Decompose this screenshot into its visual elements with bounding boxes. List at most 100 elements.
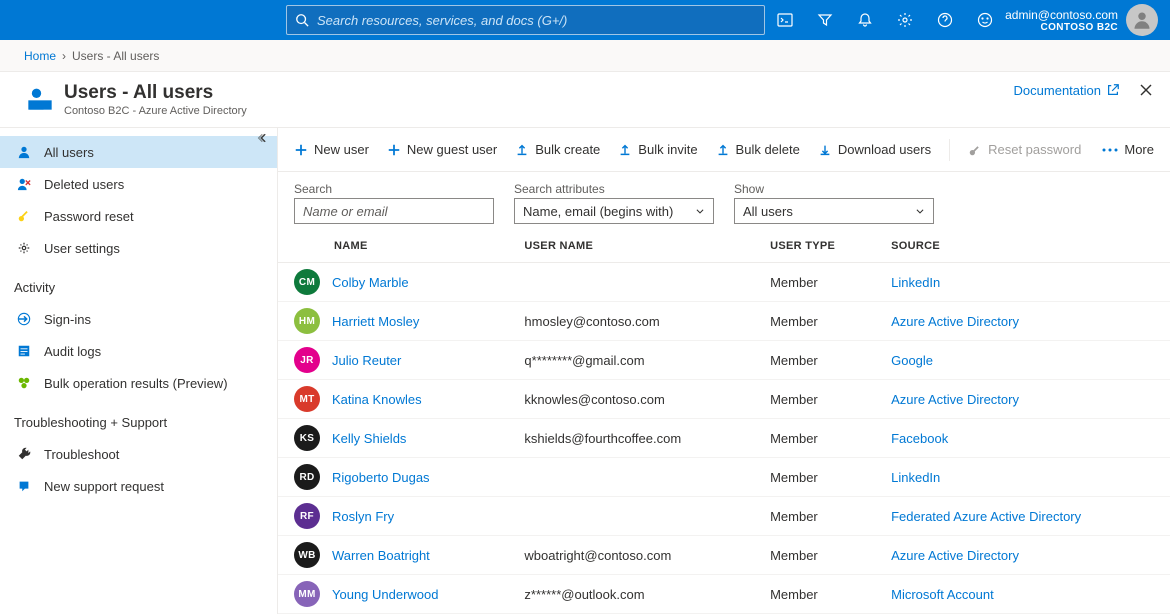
user-name-link[interactable]: Roslyn Fry bbox=[332, 509, 394, 524]
table-row[interactable]: CM Colby Marble Member LinkedIn bbox=[278, 263, 1170, 302]
sidebar-section-troubleshoot: Troubleshooting + Support bbox=[0, 403, 277, 434]
sidebar-item-all-users[interactable]: All users bbox=[0, 136, 277, 168]
user-source-link[interactable]: LinkedIn bbox=[891, 275, 940, 290]
user-name-link[interactable]: Katina Knowles bbox=[332, 392, 422, 407]
user-source-link[interactable]: LinkedIn bbox=[891, 470, 940, 485]
table-row[interactable]: HM Harriett Mosley hmosley@contoso.com M… bbox=[278, 302, 1170, 341]
sidebar-item-deleted-users[interactable]: Deleted users bbox=[0, 168, 277, 200]
cloud-shell-icon[interactable] bbox=[765, 0, 805, 40]
more-commands-button[interactable]: More bbox=[1102, 142, 1154, 157]
help-icon[interactable] bbox=[925, 0, 965, 40]
user-avatar-badge: MT bbox=[294, 386, 320, 412]
user-source-link[interactable]: Google bbox=[891, 353, 933, 368]
new-user-button[interactable]: New user bbox=[294, 142, 369, 157]
gear-icon bbox=[14, 241, 34, 255]
close-blade-button[interactable] bbox=[1138, 82, 1154, 98]
notifications-icon[interactable] bbox=[845, 0, 885, 40]
user-source-link[interactable]: Facebook bbox=[891, 431, 948, 446]
documentation-link-label: Documentation bbox=[1014, 83, 1101, 98]
user-avatar-badge: KS bbox=[294, 425, 320, 451]
search-attributes-select[interactable]: Name, email (begins with) bbox=[514, 198, 714, 224]
blade-header: Users - All users Contoso B2C - Azure Ac… bbox=[0, 72, 1170, 128]
sidebar-item-troubleshoot[interactable]: Troubleshoot bbox=[0, 438, 277, 470]
table-row[interactable]: RF Roslyn Fry Member Federated Azure Act… bbox=[278, 497, 1170, 536]
command-bar: New user New guest user Bulk create Bulk… bbox=[278, 128, 1170, 172]
breadcrumb-current: Users - All users bbox=[72, 49, 159, 63]
sidebar-item-support[interactable]: New support request bbox=[0, 470, 277, 502]
user-avatar-badge: HM bbox=[294, 308, 320, 334]
user-source-link[interactable]: Microsoft Account bbox=[891, 587, 994, 602]
collapse-sidebar-button[interactable] bbox=[257, 132, 269, 144]
bulk-create-button[interactable]: Bulk create bbox=[515, 142, 600, 157]
upload-icon bbox=[618, 143, 632, 157]
feedback-icon[interactable] bbox=[965, 0, 1005, 40]
search-label: Search bbox=[294, 182, 494, 196]
col-source[interactable]: Source bbox=[879, 230, 1170, 263]
col-usertype[interactable]: User type bbox=[758, 230, 879, 263]
user-name-link[interactable]: Julio Reuter bbox=[332, 353, 401, 368]
breadcrumb: Home › Users - All users bbox=[0, 40, 1170, 72]
plus-icon bbox=[294, 143, 308, 157]
sidebar-item-label: Audit logs bbox=[44, 344, 101, 359]
user-source-link[interactable]: Azure Active Directory bbox=[891, 548, 1019, 563]
sidebar-item-label: All users bbox=[44, 145, 94, 160]
user-icon bbox=[14, 145, 34, 159]
user-name-link[interactable]: Young Underwood bbox=[332, 587, 439, 602]
directory-filter-icon[interactable] bbox=[805, 0, 845, 40]
user-avatar-badge: CM bbox=[294, 269, 320, 295]
global-search[interactable] bbox=[286, 5, 765, 35]
user-source-link[interactable]: Azure Active Directory bbox=[891, 314, 1019, 329]
wrench-icon bbox=[14, 447, 34, 461]
cmd-label: Bulk create bbox=[535, 142, 600, 157]
show-field: Show All users bbox=[734, 182, 934, 224]
chevron-down-icon bbox=[695, 206, 705, 216]
user-name-link[interactable]: Warren Boatright bbox=[332, 548, 430, 563]
select-value: Name, email (begins with) bbox=[523, 204, 673, 219]
user-avatar-badge: RD bbox=[294, 464, 320, 490]
sidebar-item-audit-logs[interactable]: Audit logs bbox=[0, 335, 277, 367]
new-guest-user-button[interactable]: New guest user bbox=[387, 142, 497, 157]
table-row[interactable]: WB Warren Boatright wboatright@contoso.c… bbox=[278, 536, 1170, 575]
chevron-down-icon bbox=[915, 206, 925, 216]
show-select[interactable]: All users bbox=[734, 198, 934, 224]
settings-icon[interactable] bbox=[885, 0, 925, 40]
table-row[interactable]: KS Kelly Shields kshields@fourthcoffee.c… bbox=[278, 419, 1170, 458]
global-search-input[interactable] bbox=[317, 13, 756, 28]
plus-icon bbox=[387, 143, 401, 157]
user-type-cell: Member bbox=[758, 341, 879, 380]
cmd-label: New user bbox=[314, 142, 369, 157]
search-icon bbox=[295, 13, 309, 27]
documentation-link[interactable]: Documentation bbox=[1014, 83, 1120, 98]
table-row[interactable]: MT Katina Knowles kknowles@contoso.com M… bbox=[278, 380, 1170, 419]
user-avatar-badge: MM bbox=[294, 581, 320, 607]
table-row[interactable]: JR Julio Reuter q********@gmail.com Memb… bbox=[278, 341, 1170, 380]
search-input[interactable] bbox=[294, 198, 494, 224]
bulk-invite-button[interactable]: Bulk invite bbox=[618, 142, 697, 157]
search-attributes-label: Search attributes bbox=[514, 182, 714, 196]
key-icon bbox=[968, 143, 982, 157]
sidebar-item-bulk-results[interactable]: Bulk operation results (Preview) bbox=[0, 367, 277, 399]
user-source-link[interactable]: Azure Active Directory bbox=[891, 392, 1019, 407]
user-source-link[interactable]: Federated Azure Active Directory bbox=[891, 509, 1081, 524]
table-row[interactable]: RD Rigoberto Dugas Member LinkedIn bbox=[278, 458, 1170, 497]
account-menu[interactable]: admin@contoso.com CONTOSO B2C bbox=[1005, 4, 1162, 36]
col-username[interactable]: User name bbox=[512, 230, 758, 263]
user-avatar-badge: JR bbox=[294, 347, 320, 373]
avatar bbox=[1126, 4, 1158, 36]
user-type-cell: Member bbox=[758, 263, 879, 302]
table-row[interactable]: MM Young Underwood z******@outlook.com M… bbox=[278, 575, 1170, 614]
select-value: All users bbox=[743, 204, 793, 219]
download-users-button[interactable]: Download users bbox=[818, 142, 931, 157]
user-name-link[interactable]: Colby Marble bbox=[332, 275, 409, 290]
sidebar-item-user-settings[interactable]: User settings bbox=[0, 232, 277, 264]
user-name-link[interactable]: Rigoberto Dugas bbox=[332, 470, 430, 485]
bulk-delete-button[interactable]: Bulk delete bbox=[716, 142, 800, 157]
user-name-link[interactable]: Kelly Shields bbox=[332, 431, 406, 446]
breadcrumb-home[interactable]: Home bbox=[24, 49, 56, 63]
user-name-link[interactable]: Harriett Mosley bbox=[332, 314, 419, 329]
sidebar-nav: All users Deleted users Password reset U… bbox=[0, 128, 278, 614]
sidebar-item-signins[interactable]: Sign-ins bbox=[0, 303, 277, 335]
col-name[interactable]: Name bbox=[278, 230, 512, 263]
account-tenant: CONTOSO B2C bbox=[1005, 22, 1118, 33]
sidebar-item-password-reset[interactable]: Password reset bbox=[0, 200, 277, 232]
